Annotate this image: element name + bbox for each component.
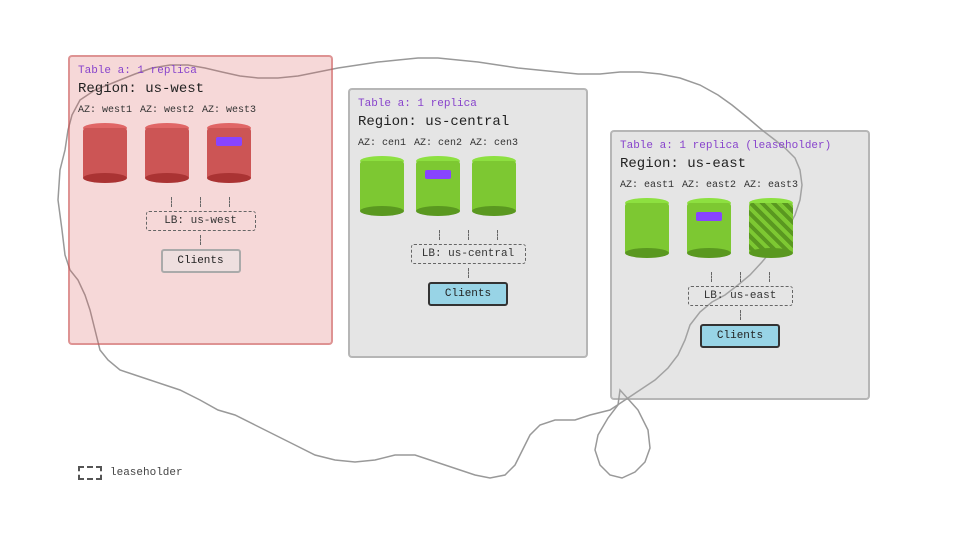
west-az2: AZ: west2 xyxy=(140,105,194,187)
east-az2-cylinder xyxy=(687,194,731,262)
west-az1: AZ: west1 xyxy=(78,105,132,187)
east-clients[interactable]: Clients xyxy=(700,324,780,348)
west-region-label: Region: us-west xyxy=(78,81,323,97)
region-central: Table a: 1 replica Region: us-central AZ… xyxy=(348,88,588,358)
central-lb: LB: us-central xyxy=(411,244,526,264)
central-table-label: Table a: 1 replica xyxy=(358,98,578,110)
east-lb: LB: us-east xyxy=(688,286,793,306)
west-clients[interactable]: Clients xyxy=(161,249,241,273)
central-az2-cylinder xyxy=(416,152,460,220)
west-leaseholder-indicator xyxy=(216,137,242,146)
east-az2: AZ: east2 xyxy=(682,180,736,262)
west-az2-cylinder xyxy=(145,119,189,187)
central-az2-label: AZ: cen2 xyxy=(414,138,462,149)
central-az3: AZ: cen3 xyxy=(470,138,518,220)
west-az-row: AZ: west1 AZ: west2 AZ: west xyxy=(78,105,323,187)
east-az3-cylinder xyxy=(749,194,793,262)
legend: leaseholder xyxy=(78,466,183,480)
region-east: Table a: 1 replica (leaseholder) Region:… xyxy=(610,130,870,400)
legend-label: leaseholder xyxy=(110,467,183,479)
central-az1: AZ: cen1 xyxy=(358,138,406,220)
east-az1-cylinder xyxy=(625,194,669,262)
east-az-row: AZ: east1 AZ: east2 xyxy=(620,180,860,262)
central-az3-cylinder xyxy=(472,152,516,220)
east-az1: AZ: east1 xyxy=(620,180,674,262)
east-az3: AZ: east3 xyxy=(744,180,798,262)
central-az3-label: AZ: cen3 xyxy=(470,138,518,149)
east-table-label: Table a: 1 replica (leaseholder) xyxy=(620,140,860,152)
west-lb: LB: us-west xyxy=(146,211,256,231)
east-region-label: Region: us-east xyxy=(620,156,860,172)
east-leaseholder-indicator xyxy=(696,212,722,221)
west-az3-cylinder xyxy=(207,119,251,187)
central-az-row: AZ: cen1 AZ: cen2 xyxy=(358,138,578,220)
west-az1-cylinder xyxy=(83,119,127,187)
east-az3-label: AZ: east3 xyxy=(744,180,798,191)
west-table-label: Table a: 1 replica xyxy=(78,65,323,77)
west-az2-label: AZ: west2 xyxy=(140,105,194,116)
west-az3: AZ: west3 xyxy=(202,105,256,187)
east-az2-label: AZ: east2 xyxy=(682,180,736,191)
east-connector: LB: us-east Clients xyxy=(620,272,860,352)
west-az3-label: AZ: west3 xyxy=(202,105,256,116)
west-connector: LB: us-west Clients xyxy=(78,197,323,277)
central-clients[interactable]: Clients xyxy=(428,282,508,306)
central-az1-label: AZ: cen1 xyxy=(358,138,406,149)
central-leaseholder-indicator xyxy=(425,170,451,179)
west-az1-label: AZ: west1 xyxy=(78,105,132,116)
central-az2: AZ: cen2 xyxy=(414,138,462,220)
east-az1-label: AZ: east1 xyxy=(620,180,674,191)
legend-icon xyxy=(78,466,102,480)
central-region-label: Region: us-central xyxy=(358,114,578,130)
central-connector: LB: us-central Clients xyxy=(358,230,578,310)
region-west: Table a: 1 replica Region: us-west AZ: w… xyxy=(68,55,333,345)
central-az1-cylinder xyxy=(360,152,404,220)
